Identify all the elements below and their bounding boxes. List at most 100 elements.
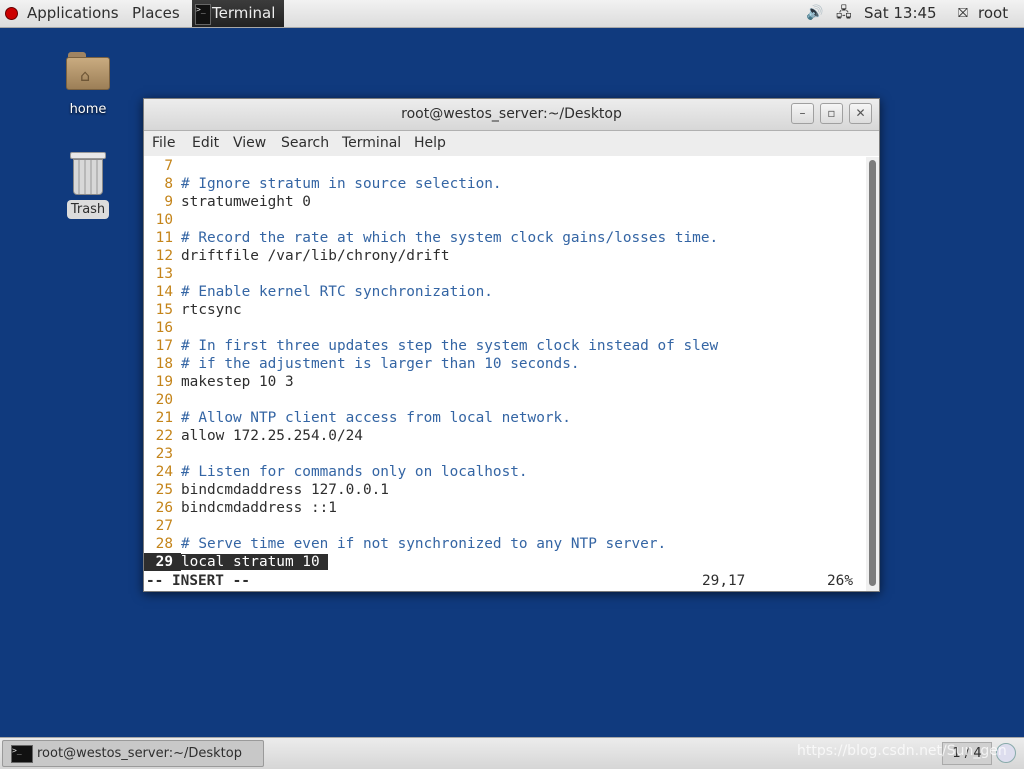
line-number: 7: [164, 158, 173, 174]
editor-line: 18 # if the adjustment is larger than 10 …: [144, 355, 866, 373]
editor-line: 11 # Record the rate at which the system …: [144, 229, 866, 247]
line-text: # Allow NTP client access from local net…: [181, 410, 571, 426]
line-text: local stratum 10: [181, 554, 328, 570]
line-number: 23: [155, 446, 173, 462]
close-button[interactable]: ✕: [849, 103, 872, 124]
line-text: # Listen for commands only on localhost.: [181, 464, 528, 480]
line-number: 18: [155, 356, 173, 372]
line-number: 12: [155, 248, 173, 264]
line-text: # Enable kernel RTC synchronization.: [181, 284, 493, 300]
line-number: 27: [155, 518, 173, 534]
line-text: driftfile /var/lib/chrony/drift: [181, 248, 450, 264]
line-number: 9: [164, 194, 173, 210]
user-icon: ⛝: [958, 6, 968, 21]
editor-line: 8 # Ignore stratum in source selection.: [144, 175, 866, 193]
editor-line: 20: [144, 391, 866, 409]
scrollbar-thumb[interactable]: [869, 160, 876, 586]
terminal-icon: >_: [11, 745, 33, 763]
line-text: makestep 10 3: [181, 374, 294, 390]
maximize-button[interactable]: ▫: [820, 103, 843, 124]
vim-mode: -- INSERT --: [146, 573, 250, 589]
watermark: https://blog.csdn.net/Sun_gen: [797, 743, 1007, 759]
line-text: # Ignore stratum in source selection.: [181, 176, 502, 192]
line-text: stratumweight 0: [181, 194, 311, 210]
editor-line: 21 # Allow NTP client access from local n…: [144, 409, 866, 427]
top-panel: Applications Places >_ Terminal 🔊 🖧 Sat …: [0, 0, 1024, 28]
line-number: 20: [155, 392, 173, 408]
line-number: 29: [144, 553, 181, 571]
line-number: 26: [155, 500, 173, 516]
places-menu[interactable]: Places: [132, 0, 180, 27]
line-number: 24: [155, 464, 173, 480]
line-text: allow 172.25.254.0/24: [181, 428, 363, 444]
line-text: # Record the rate at which the system cl…: [181, 230, 719, 246]
terminal-icon: >_: [195, 4, 211, 25]
editor-line: 14 # Enable kernel RTC synchronization.: [144, 283, 866, 301]
line-number: 15: [155, 302, 173, 318]
terminal-app-menu[interactable]: >_ Terminal: [192, 0, 284, 27]
line-text: bindcmdaddress ::1: [181, 500, 337, 516]
terminal-content[interactable]: 7 8 # Ignore stratum in source selection. 9…: [144, 157, 866, 591]
editor-line: 29 local stratum 10: [144, 553, 866, 571]
menu-terminal[interactable]: Terminal: [342, 131, 401, 156]
menu-help[interactable]: Help: [414, 131, 446, 156]
window-titlebar[interactable]: root@westos_server:~/Desktop – ▫ ✕: [144, 99, 879, 131]
trash-icon: [70, 150, 106, 196]
vim-status-line: -- INSERT -- 29,17 26%: [144, 572, 866, 590]
line-text: bindcmdaddress 127.0.0.1: [181, 482, 389, 498]
editor-line: 10: [144, 211, 866, 229]
line-text: # if the adjustment is larger than 10 se…: [181, 356, 580, 372]
terminal-app-label: Terminal: [212, 4, 276, 22]
terminal-window[interactable]: root@westos_server:~/Desktop – ▫ ✕ File …: [143, 98, 880, 592]
taskbar-terminal-button[interactable]: >_ root@westos_server:~/Desktop: [2, 740, 264, 767]
line-text: rtcsync: [181, 302, 242, 318]
scrollbar[interactable]: [866, 157, 879, 591]
home-folder[interactable]: ⌂ home: [58, 50, 118, 117]
minimize-button[interactable]: –: [791, 103, 814, 124]
trash-folder[interactable]: Trash: [62, 150, 114, 219]
editor-line: 19 makestep 10 3: [144, 373, 866, 391]
editor-line: 23: [144, 445, 866, 463]
editor-line: 28 # Serve time even if not synchronized …: [144, 535, 866, 553]
bottom-panel: >_ root@westos_server:~/Desktop 1 / 4 ht…: [0, 737, 1024, 769]
redhat-logo-icon[interactable]: [5, 7, 18, 20]
clock[interactable]: Sat 13:45: [864, 0, 937, 27]
line-number: 25: [155, 482, 173, 498]
line-number: 21: [155, 410, 173, 426]
menu-edit[interactable]: Edit: [192, 131, 219, 156]
editor-line: 16: [144, 319, 866, 337]
editor-line: 24 # Listen for commands only on localhos…: [144, 463, 866, 481]
editor-line: 26 bindcmdaddress ::1: [144, 499, 866, 517]
line-number: 8: [164, 176, 173, 192]
volume-icon[interactable]: 🔊: [806, 0, 823, 27]
scroll-percent: 26%: [827, 573, 853, 589]
line-number: 14: [155, 284, 173, 300]
line-number: 16: [155, 320, 173, 336]
editor-line: 17 # In first three updates step the syst…: [144, 337, 866, 355]
editor-line: 12 driftfile /var/lib/chrony/drift: [144, 247, 866, 265]
line-number: 28: [155, 536, 173, 552]
network-icon[interactable]: 🖧: [836, 0, 852, 27]
line-number: 13: [155, 266, 173, 282]
menu-view[interactable]: View: [233, 131, 266, 156]
cursor-position: 29,17: [702, 573, 746, 589]
menu-file[interactable]: File: [152, 131, 175, 156]
line-number: 17: [155, 338, 173, 354]
home-label: home: [69, 102, 107, 117]
menu-search[interactable]: Search: [281, 131, 329, 156]
line-number: 19: [155, 374, 173, 390]
user-menu[interactable]: root: [978, 0, 1008, 27]
line-number: 22: [155, 428, 173, 444]
line-text: # Serve time even if not synchronized to…: [181, 536, 667, 552]
window-title: root@westos_server:~/Desktop: [401, 106, 622, 122]
editor-line: 13: [144, 265, 866, 283]
folder-icon: ⌂: [66, 50, 110, 90]
editor-line: 25 bindcmdaddress 127.0.0.1: [144, 481, 866, 499]
applications-menu[interactable]: Applications: [27, 0, 119, 27]
line-text: # In first three updates step the system…: [181, 338, 719, 354]
line-number: 11: [155, 230, 173, 246]
editor-line: 15 rtcsync: [144, 301, 866, 319]
line-number: 10: [155, 212, 173, 228]
editor-line: 27: [144, 517, 866, 535]
editor-line: 22 allow 172.25.254.0/24: [144, 427, 866, 445]
